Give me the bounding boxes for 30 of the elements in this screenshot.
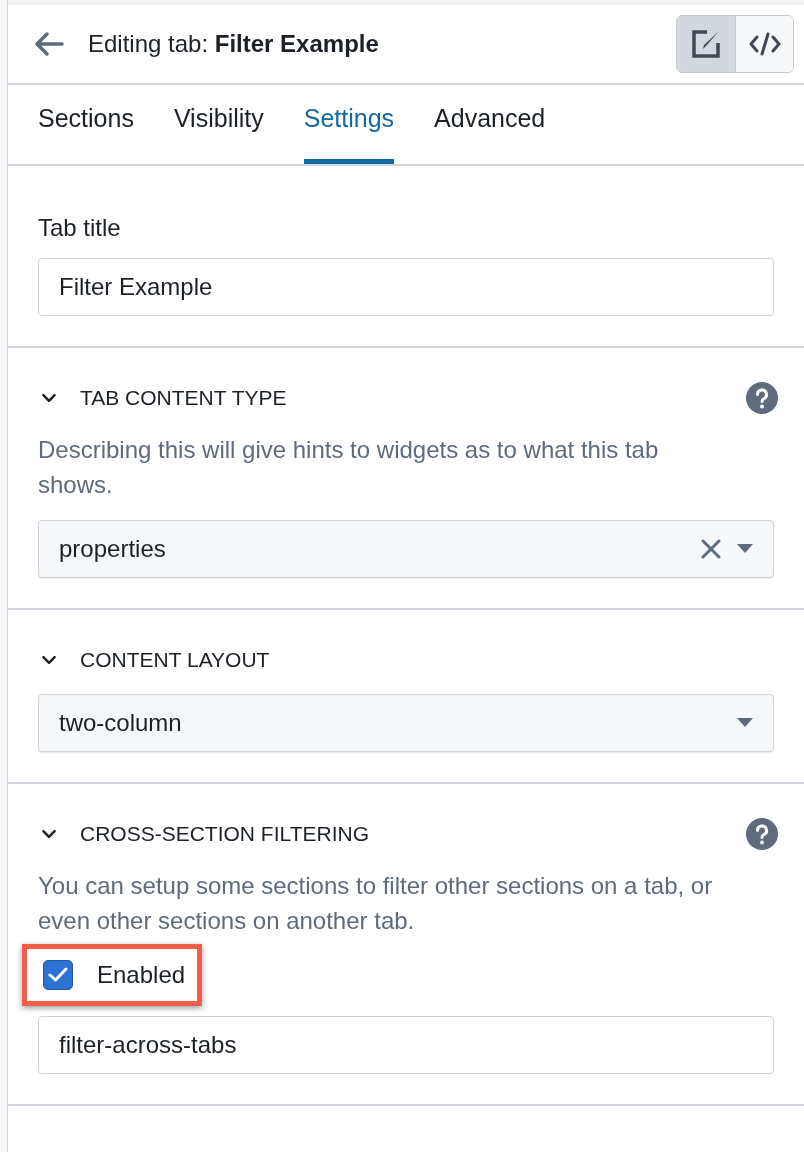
select-value: properties [59, 534, 167, 564]
text-field[interactable]: Filter Example [38, 258, 774, 316]
text-field[interactable]: filter-across-tabs [38, 1016, 774, 1074]
select-value: two-column [59, 708, 183, 738]
field-label: Tab title [38, 213, 122, 243]
checkbox[interactable] [43, 960, 73, 990]
enabled-checkbox[interactable]: Enabled [22, 944, 203, 1006]
help-icon[interactable] [746, 818, 778, 850]
clear-icon[interactable] [701, 539, 721, 559]
tab[interactable]: Visibility [173, 99, 264, 164]
select-field[interactable]: two-column [38, 694, 774, 752]
tab[interactable]: Settings [303, 99, 395, 164]
section-description: You can setup some sections to filter other sections on a tab, or even other sections on another tab. [38, 871, 714, 936]
section-description: Describing this will give hints to widgets as to what this tab shows. [38, 435, 660, 500]
caret-down-icon[interactable] [737, 718, 753, 728]
code-view-button[interactable] [735, 16, 793, 72]
section-heading: CROSS-SECTION FILTERING [80, 821, 370, 848]
panel-title: Editing tab: Filter Example [88, 29, 380, 59]
section-heading: CONTENT LAYOUT [80, 647, 271, 674]
tab[interactable]: Advanced [434, 99, 546, 164]
help-icon[interactable] [746, 382, 778, 414]
section-heading: TAB CONTENT TYPE [80, 385, 288, 412]
tab[interactable]: Sections [38, 99, 134, 164]
edit-icon [691, 29, 721, 59]
back-arrow-icon[interactable] [34, 32, 64, 56]
caret-down-icon[interactable] [737, 544, 753, 554]
design-view-button[interactable] [677, 16, 735, 72]
select-field[interactable]: properties [38, 520, 774, 578]
check-icon [48, 967, 68, 983]
code-icon [748, 32, 781, 56]
